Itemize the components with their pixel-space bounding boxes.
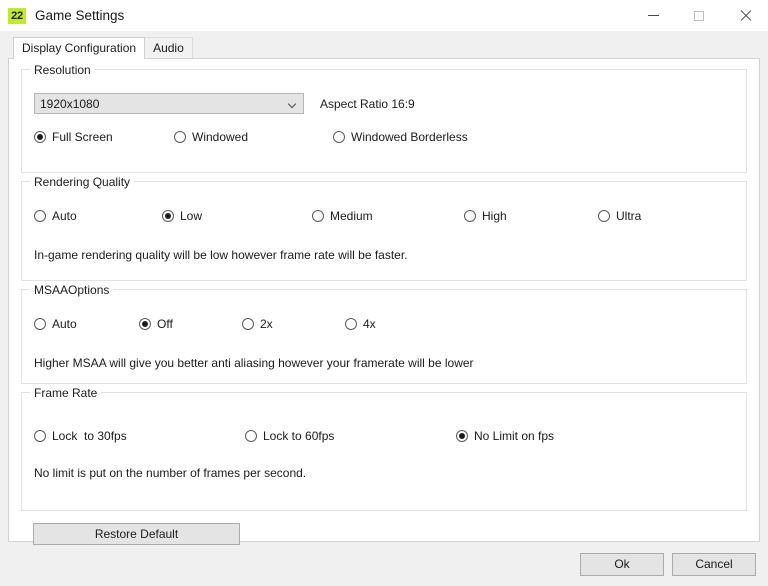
resolution-select-value: 1920x1080 <box>40 96 100 111</box>
radio-label: Auto <box>52 317 77 331</box>
radio-label: Windowed <box>192 130 249 144</box>
tab-audio[interactable]: Audio <box>144 37 193 58</box>
frame-rate-legend: Frame Rate <box>30 386 102 400</box>
radio-label: 4x <box>363 317 376 331</box>
minimize-button[interactable] <box>630 0 676 31</box>
msaa-content: Auto Off 2x 4x Higher MSAA will give you… <box>22 290 746 370</box>
close-button[interactable] <box>722 0 768 31</box>
game-settings-window: 22 Game Settings Display Configuration A… <box>0 0 768 586</box>
radio-indicator <box>598 210 610 222</box>
maximize-icon <box>694 10 704 21</box>
radio-label: 2x <box>260 317 273 331</box>
msaa-row: Auto Off 2x 4x <box>34 316 734 332</box>
radio-msaa-off[interactable]: Off <box>139 317 173 331</box>
radio-quality-high[interactable]: High <box>464 209 507 223</box>
radio-quality-low[interactable]: Low <box>162 209 202 223</box>
dialog-footer: Ok Cancel <box>0 542 768 586</box>
radio-label: High <box>482 209 507 223</box>
radio-indicator <box>162 210 174 222</box>
radio-quality-auto[interactable]: Auto <box>34 209 77 223</box>
radio-msaa-auto[interactable]: Auto <box>34 317 77 331</box>
radio-lock-60fps[interactable]: Lock to 60fps <box>245 429 334 443</box>
restore-default-button[interactable]: Restore Default <box>33 523 240 545</box>
rendering-quality-content: Auto Low Medium High Ultra In-game rende… <box>22 182 746 262</box>
rendering-quality-legend: Rendering Quality <box>30 175 135 189</box>
radio-indicator <box>245 430 257 442</box>
display-mode-row: Full Screen Windowed Windowed Borderless <box>34 128 734 146</box>
radio-indicator <box>464 210 476 222</box>
rendering-quality-hint: In-game rendering quality will be low ho… <box>34 248 408 262</box>
radio-indicator <box>174 131 186 143</box>
resolution-content: 1920x1080 Aspect Ratio 16:9 Full Screen … <box>22 70 746 146</box>
resolution-group: Resolution 1920x1080 Aspect Ratio 16:9 F… <box>21 63 747 173</box>
radio-indicator <box>34 210 46 222</box>
radio-no-limit-fps[interactable]: No Limit on fps <box>456 429 554 443</box>
radio-windowed-borderless[interactable]: Windowed Borderless <box>333 130 468 144</box>
radio-indicator <box>34 318 46 330</box>
resolution-select[interactable]: 1920x1080 <box>34 93 304 114</box>
msaa-legend: MSAAOptions <box>30 283 114 297</box>
app-icon: 22 <box>8 7 26 24</box>
radio-indicator <box>456 430 468 442</box>
resolution-legend: Resolution <box>30 63 95 77</box>
radio-msaa-2x[interactable]: 2x <box>242 317 273 331</box>
title-bar: 22 Game Settings <box>0 0 768 31</box>
radio-label: Ultra <box>616 209 642 223</box>
radio-label: Lock to 30fps <box>52 429 127 443</box>
restore-default-wrap: Restore Default <box>21 523 747 545</box>
radio-label: No Limit on fps <box>474 429 555 443</box>
radio-label: Medium <box>330 209 373 223</box>
radio-label: Lock to 60fps <box>263 429 335 443</box>
minimize-icon <box>647 15 659 16</box>
radio-windowed[interactable]: Windowed <box>174 130 248 144</box>
radio-label: Off <box>157 317 173 331</box>
ok-button[interactable]: Ok <box>580 552 664 576</box>
rendering-quality-group: Rendering Quality Auto Low Medium High U… <box>21 175 747 281</box>
tab-display-configuration[interactable]: Display Configuration <box>13 37 146 59</box>
chevron-down-icon <box>289 101 296 108</box>
radio-indicator <box>242 318 254 330</box>
radio-indicator <box>139 318 151 330</box>
frame-rate-group: Frame Rate Lock to 30fps Lock to 60fps N… <box>21 386 747 511</box>
rendering-quality-row: Auto Low Medium High Ultra <box>34 208 734 224</box>
resolution-row: 1920x1080 Aspect Ratio 16:9 <box>34 93 734 114</box>
display-configuration-panel: Resolution 1920x1080 Aspect Ratio 16:9 F… <box>8 58 760 545</box>
cancel-button[interactable]: Cancel <box>672 552 756 576</box>
frame-rate-content: Lock to 30fps Lock to 60fps No Limit on … <box>22 393 746 480</box>
radio-label: Full Screen <box>52 130 113 144</box>
aspect-ratio-label: Aspect Ratio 16:9 <box>320 96 415 111</box>
frame-rate-row: Lock to 30fps Lock to 60fps No Limit on … <box>34 428 734 444</box>
client-area: Display Configuration Audio Resolution 1… <box>0 31 768 545</box>
radio-quality-ultra[interactable]: Ultra <box>598 209 641 223</box>
radio-indicator <box>34 131 46 143</box>
window-controls <box>630 0 768 31</box>
radio-full-screen[interactable]: Full Screen <box>34 130 113 144</box>
radio-indicator <box>345 318 357 330</box>
tab-strip: Display Configuration Audio <box>13 37 760 59</box>
radio-lock-30fps[interactable]: Lock to 30fps <box>34 429 127 443</box>
radio-label: Windowed Borderless <box>351 130 468 144</box>
close-icon <box>739 9 752 22</box>
radio-indicator <box>34 430 46 442</box>
radio-indicator <box>333 131 345 143</box>
radio-quality-medium[interactable]: Medium <box>312 209 373 223</box>
radio-msaa-4x[interactable]: 4x <box>345 317 376 331</box>
msaa-hint: Higher MSAA will give you better anti al… <box>34 356 474 370</box>
frame-rate-hint: No limit is put on the number of frames … <box>34 466 307 480</box>
radio-label: Auto <box>52 209 77 223</box>
radio-indicator <box>312 210 324 222</box>
msaa-group: MSAAOptions Auto Off 2x 4x Higher MSAA w… <box>21 283 747 384</box>
window-title: Game Settings <box>35 8 125 23</box>
radio-label: Low <box>180 209 203 223</box>
maximize-button[interactable] <box>676 0 722 31</box>
